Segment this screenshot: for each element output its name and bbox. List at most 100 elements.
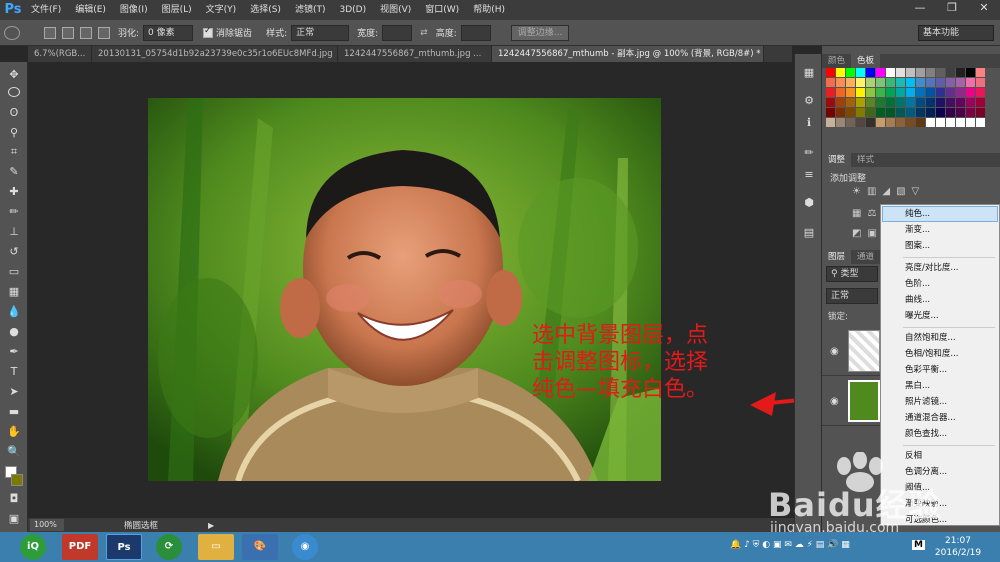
- swatch-3-12[interactable]: [946, 98, 955, 107]
- type-tool-icon[interactable]: T: [6, 365, 22, 379]
- swatch-0-12[interactable]: [946, 68, 955, 77]
- tab-doc-1[interactable]: 6.7%(RGB...: [28, 46, 92, 62]
- swatch-5-7[interactable]: [896, 118, 905, 127]
- menu-item-gradient[interactable]: 渐变...: [905, 223, 930, 237]
- swatch-0-15[interactable]: [976, 68, 985, 77]
- update-app-icon[interactable]: ⟳: [156, 534, 182, 560]
- file-explorer-icon[interactable]: ▭: [198, 534, 234, 560]
- swatch-5-10[interactable]: [926, 118, 935, 127]
- swatch-0-1[interactable]: [836, 68, 845, 77]
- maximize-icon[interactable]: ❐: [936, 0, 968, 16]
- adjustment-icons[interactable]: ☀▥◢▧▽: [852, 186, 952, 200]
- feather-input[interactable]: 0 像素: [143, 24, 194, 41]
- browser-app-icon[interactable]: ◉: [292, 534, 318, 560]
- move-tool-icon[interactable]: ✥: [6, 68, 22, 82]
- swatch-2-7[interactable]: [896, 88, 905, 97]
- height-input[interactable]: [460, 24, 491, 41]
- menu-item-solid-color[interactable]: 纯色...: [905, 207, 930, 221]
- zoom-tool-icon[interactable]: 🔍: [6, 445, 22, 459]
- path-select-icon[interactable]: ➤: [6, 385, 22, 399]
- 3d-panel-icon[interactable]: ⬢: [801, 196, 817, 210]
- swatch-4-5[interactable]: [876, 108, 885, 117]
- history-brush-icon[interactable]: ↺: [6, 245, 22, 259]
- menu-item-hue-saturation[interactable]: 色相/饱和度...: [905, 347, 958, 361]
- swatch-5-9[interactable]: [916, 118, 925, 127]
- hand-tool-icon[interactable]: ✋: [6, 425, 22, 439]
- swatch-3-11[interactable]: [936, 98, 945, 107]
- layer-row-background[interactable]: ◉: [822, 376, 880, 426]
- menu-select[interactable]: 选择(S): [243, 0, 288, 20]
- system-clock[interactable]: 21:07 2016/2/19: [928, 535, 988, 559]
- menu-item-pattern[interactable]: 图案...: [905, 239, 930, 253]
- properties-panel-icon[interactable]: ⚙: [801, 94, 817, 108]
- ellipse-marquee-tool-icon[interactable]: [8, 87, 20, 97]
- swatch-0-2[interactable]: [846, 68, 855, 77]
- menu-view[interactable]: 视图(V): [373, 0, 418, 20]
- swatch-2-13[interactable]: [956, 88, 965, 97]
- new-selection-icon[interactable]: [44, 26, 56, 39]
- swatch-1-2[interactable]: [846, 78, 855, 87]
- menu-item-curves[interactable]: 曲线...: [905, 293, 930, 307]
- swatch-3-9[interactable]: [916, 98, 925, 107]
- swatch-1-15[interactable]: [976, 78, 985, 87]
- swatch-3-8[interactable]: [906, 98, 915, 107]
- swatch-1-11[interactable]: [936, 78, 945, 87]
- photo-child-smiling[interactable]: [148, 98, 661, 481]
- workspace-select[interactable]: 基本功能: [918, 25, 994, 41]
- swatch-1-3[interactable]: [856, 78, 865, 87]
- iqiyi-app-icon[interactable]: iQ: [20, 534, 46, 560]
- paragraph-panel-icon[interactable]: ▤: [801, 226, 817, 240]
- tab-doc-3[interactable]: 1242447556867_mthumb.jpg ...: [338, 46, 492, 62]
- swatch-3-6[interactable]: [886, 98, 895, 107]
- tab-styles[interactable]: 样式: [851, 153, 880, 167]
- swatch-3-10[interactable]: [926, 98, 935, 107]
- menu-3d[interactable]: 3D(D): [332, 0, 373, 20]
- swatch-5-0[interactable]: [826, 118, 835, 127]
- layer-kind-filter[interactable]: ⚲ 类型: [826, 266, 878, 282]
- swatch-1-8[interactable]: [906, 78, 915, 87]
- eraser-tool-icon[interactable]: ▭: [6, 265, 22, 279]
- menu-item-color-lookup[interactable]: 颜色查找...: [905, 427, 947, 441]
- menu-help[interactable]: 帮助(H): [466, 0, 512, 20]
- gradient-tool-icon[interactable]: ▦: [6, 285, 22, 299]
- swatch-5-12[interactable]: [946, 118, 955, 127]
- swatch-4-1[interactable]: [836, 108, 845, 117]
- tab-channels[interactable]: 通道: [851, 250, 880, 264]
- tab-doc-active[interactable]: 1242447556867_mthumb - 副本.jpg @ 100% (背景…: [492, 46, 764, 62]
- swatch-1-9[interactable]: [916, 78, 925, 87]
- pdf-app-icon[interactable]: PDF: [62, 534, 98, 560]
- swap-icon[interactable]: ⇄: [420, 28, 428, 38]
- swatch-1-5[interactable]: [876, 78, 885, 87]
- swatch-4-10[interactable]: [926, 108, 935, 117]
- ime-icon[interactable]: M: [912, 540, 925, 550]
- tab-doc-2[interactable]: 20130131_05754d1b92a23739e0c35r1o6EUc8MF…: [92, 46, 338, 62]
- swatch-4-8[interactable]: [906, 108, 915, 117]
- width-input[interactable]: [382, 24, 413, 41]
- swatch-0-7[interactable]: [896, 68, 905, 77]
- background-color-swatch[interactable]: [11, 474, 23, 486]
- swatch-2-15[interactable]: [976, 88, 985, 97]
- blur-tool-icon[interactable]: 💧: [6, 305, 22, 319]
- swatch-4-0[interactable]: [826, 108, 835, 117]
- tray-icons[interactable]: 🔔 ♪ ⛨ ◐ ▣ ✉ ☁ ⚡ ▤ 🔊 ▦: [730, 540, 850, 550]
- swatch-1-1[interactable]: [836, 78, 845, 87]
- swatch-0-6[interactable]: [886, 68, 895, 77]
- swatch-3-15[interactable]: [976, 98, 985, 107]
- menu-edit[interactable]: 编辑(E): [68, 0, 113, 20]
- swatch-4-15[interactable]: [976, 108, 985, 117]
- swatch-5-14[interactable]: [966, 118, 975, 127]
- swatch-1-14[interactable]: [966, 78, 975, 87]
- swatch-0-4[interactable]: [866, 68, 875, 77]
- eyedropper-tool-icon[interactable]: ✎: [6, 165, 22, 179]
- swatch-2-9[interactable]: [916, 88, 925, 97]
- info-panel-icon[interactable]: ℹ: [801, 116, 817, 130]
- swatch-4-13[interactable]: [956, 108, 965, 117]
- swatch-4-7[interactable]: [896, 108, 905, 117]
- zoom-level[interactable]: 100%: [30, 519, 64, 531]
- brush-tool-icon[interactable]: ✏: [6, 205, 22, 219]
- swatch-4-9[interactable]: [916, 108, 925, 117]
- swatch-3-13[interactable]: [956, 98, 965, 107]
- menu-file[interactable]: 文件(F): [24, 0, 68, 20]
- crop-tool-icon[interactable]: ⌗: [6, 145, 22, 159]
- healing-brush-icon[interactable]: ✚: [6, 185, 22, 199]
